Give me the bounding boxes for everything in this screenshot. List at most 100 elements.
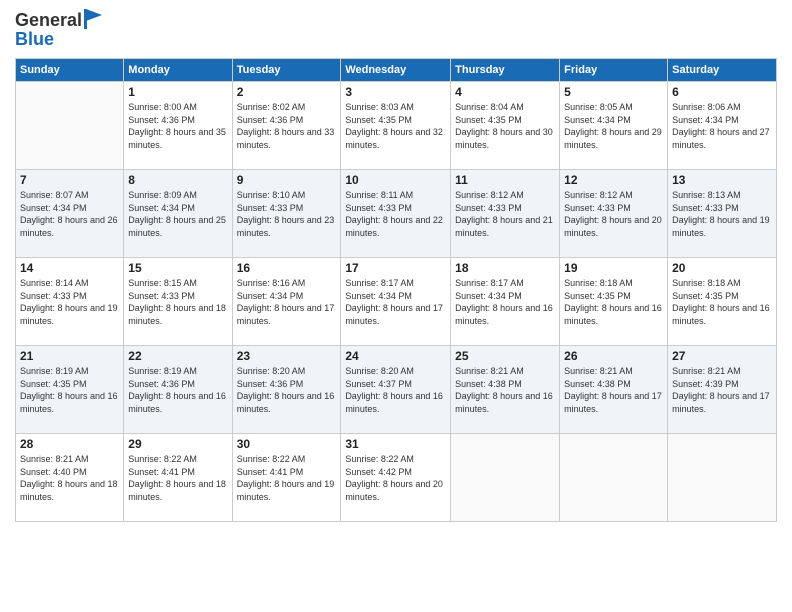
calendar-week-row: 28 Sunrise: 8:21 AMSunset: 4:40 PMDaylig… [16, 434, 777, 522]
day-number: 16 [237, 261, 337, 275]
calendar-cell: 14 Sunrise: 8:14 AMSunset: 4:33 PMDaylig… [16, 258, 124, 346]
day-number: 26 [564, 349, 663, 363]
calendar-cell: 3 Sunrise: 8:03 AMSunset: 4:35 PMDayligh… [341, 82, 451, 170]
day-info: Sunrise: 8:20 AMSunset: 4:37 PMDaylight:… [345, 365, 446, 415]
calendar-header-friday: Friday [560, 59, 668, 82]
calendar-week-row: 21 Sunrise: 8:19 AMSunset: 4:35 PMDaylig… [16, 346, 777, 434]
day-number: 5 [564, 85, 663, 99]
page: General Blue SundayMondayTuesdayWednesda… [0, 0, 792, 612]
calendar-cell: 21 Sunrise: 8:19 AMSunset: 4:35 PMDaylig… [16, 346, 124, 434]
day-info: Sunrise: 8:17 AMSunset: 4:34 PMDaylight:… [455, 277, 555, 327]
day-number: 9 [237, 173, 337, 187]
day-info: Sunrise: 8:13 AMSunset: 4:33 PMDaylight:… [672, 189, 772, 239]
day-info: Sunrise: 8:15 AMSunset: 4:33 PMDaylight:… [128, 277, 227, 327]
day-info: Sunrise: 8:05 AMSunset: 4:34 PMDaylight:… [564, 101, 663, 151]
calendar-cell: 23 Sunrise: 8:20 AMSunset: 4:36 PMDaylig… [232, 346, 341, 434]
logo-blue-text: Blue [15, 29, 102, 50]
day-number: 12 [564, 173, 663, 187]
calendar-cell: 12 Sunrise: 8:12 AMSunset: 4:33 PMDaylig… [560, 170, 668, 258]
calendar-cell: 27 Sunrise: 8:21 AMSunset: 4:39 PMDaylig… [668, 346, 777, 434]
day-number: 17 [345, 261, 446, 275]
day-number: 25 [455, 349, 555, 363]
day-number: 22 [128, 349, 227, 363]
day-number: 10 [345, 173, 446, 187]
logo-general-text: General [15, 10, 82, 31]
calendar-cell: 8 Sunrise: 8:09 AMSunset: 4:34 PMDayligh… [124, 170, 232, 258]
day-info: Sunrise: 8:19 AMSunset: 4:36 PMDaylight:… [128, 365, 227, 415]
day-number: 19 [564, 261, 663, 275]
day-number: 20 [672, 261, 772, 275]
day-info: Sunrise: 8:18 AMSunset: 4:35 PMDaylight:… [564, 277, 663, 327]
day-info: Sunrise: 8:22 AMSunset: 4:41 PMDaylight:… [237, 453, 337, 503]
calendar-cell [668, 434, 777, 522]
day-info: Sunrise: 8:09 AMSunset: 4:34 PMDaylight:… [128, 189, 227, 239]
calendar-cell: 10 Sunrise: 8:11 AMSunset: 4:33 PMDaylig… [341, 170, 451, 258]
calendar-cell: 26 Sunrise: 8:21 AMSunset: 4:38 PMDaylig… [560, 346, 668, 434]
calendar-cell: 22 Sunrise: 8:19 AMSunset: 4:36 PMDaylig… [124, 346, 232, 434]
calendar-cell: 9 Sunrise: 8:10 AMSunset: 4:33 PMDayligh… [232, 170, 341, 258]
day-info: Sunrise: 8:02 AMSunset: 4:36 PMDaylight:… [237, 101, 337, 151]
day-info: Sunrise: 8:21 AMSunset: 4:38 PMDaylight:… [455, 365, 555, 415]
day-number: 30 [237, 437, 337, 451]
calendar-header-wednesday: Wednesday [341, 59, 451, 82]
day-info: Sunrise: 8:21 AMSunset: 4:40 PMDaylight:… [20, 453, 119, 503]
day-number: 4 [455, 85, 555, 99]
calendar-cell: 31 Sunrise: 8:22 AMSunset: 4:42 PMDaylig… [341, 434, 451, 522]
calendar-cell: 13 Sunrise: 8:13 AMSunset: 4:33 PMDaylig… [668, 170, 777, 258]
calendar-cell: 5 Sunrise: 8:05 AMSunset: 4:34 PMDayligh… [560, 82, 668, 170]
day-info: Sunrise: 8:21 AMSunset: 4:39 PMDaylight:… [672, 365, 772, 415]
day-info: Sunrise: 8:11 AMSunset: 4:33 PMDaylight:… [345, 189, 446, 239]
calendar-week-row: 14 Sunrise: 8:14 AMSunset: 4:33 PMDaylig… [16, 258, 777, 346]
day-info: Sunrise: 8:14 AMSunset: 4:33 PMDaylight:… [20, 277, 119, 327]
calendar-cell: 24 Sunrise: 8:20 AMSunset: 4:37 PMDaylig… [341, 346, 451, 434]
day-info: Sunrise: 8:20 AMSunset: 4:36 PMDaylight:… [237, 365, 337, 415]
calendar-header-sunday: Sunday [16, 59, 124, 82]
calendar-header-monday: Monday [124, 59, 232, 82]
logo-flag-icon [84, 9, 102, 29]
day-info: Sunrise: 8:07 AMSunset: 4:34 PMDaylight:… [20, 189, 119, 239]
calendar-header-thursday: Thursday [451, 59, 560, 82]
day-info: Sunrise: 8:18 AMSunset: 4:35 PMDaylight:… [672, 277, 772, 327]
calendar-cell [451, 434, 560, 522]
calendar-header-tuesday: Tuesday [232, 59, 341, 82]
calendar-cell: 25 Sunrise: 8:21 AMSunset: 4:38 PMDaylig… [451, 346, 560, 434]
calendar-header-row: SundayMondayTuesdayWednesdayThursdayFrid… [16, 59, 777, 82]
day-number: 7 [20, 173, 119, 187]
day-info: Sunrise: 8:19 AMSunset: 4:35 PMDaylight:… [20, 365, 119, 415]
calendar-cell: 16 Sunrise: 8:16 AMSunset: 4:34 PMDaylig… [232, 258, 341, 346]
day-info: Sunrise: 8:12 AMSunset: 4:33 PMDaylight:… [455, 189, 555, 239]
calendar-cell: 2 Sunrise: 8:02 AMSunset: 4:36 PMDayligh… [232, 82, 341, 170]
day-number: 11 [455, 173, 555, 187]
day-number: 28 [20, 437, 119, 451]
calendar-cell: 6 Sunrise: 8:06 AMSunset: 4:34 PMDayligh… [668, 82, 777, 170]
day-number: 14 [20, 261, 119, 275]
day-info: Sunrise: 8:22 AMSunset: 4:42 PMDaylight:… [345, 453, 446, 503]
day-info: Sunrise: 8:17 AMSunset: 4:34 PMDaylight:… [345, 277, 446, 327]
day-info: Sunrise: 8:06 AMSunset: 4:34 PMDaylight:… [672, 101, 772, 151]
day-number: 24 [345, 349, 446, 363]
day-info: Sunrise: 8:21 AMSunset: 4:38 PMDaylight:… [564, 365, 663, 415]
calendar-cell: 18 Sunrise: 8:17 AMSunset: 4:34 PMDaylig… [451, 258, 560, 346]
calendar-cell: 7 Sunrise: 8:07 AMSunset: 4:34 PMDayligh… [16, 170, 124, 258]
calendar-cell: 1 Sunrise: 8:00 AMSunset: 4:36 PMDayligh… [124, 82, 232, 170]
calendar-cell: 4 Sunrise: 8:04 AMSunset: 4:35 PMDayligh… [451, 82, 560, 170]
day-info: Sunrise: 8:00 AMSunset: 4:36 PMDaylight:… [128, 101, 227, 151]
day-number: 29 [128, 437, 227, 451]
calendar-cell: 29 Sunrise: 8:22 AMSunset: 4:41 PMDaylig… [124, 434, 232, 522]
day-number: 3 [345, 85, 446, 99]
calendar-cell: 17 Sunrise: 8:17 AMSunset: 4:34 PMDaylig… [341, 258, 451, 346]
day-info: Sunrise: 8:10 AMSunset: 4:33 PMDaylight:… [237, 189, 337, 239]
calendar-table: SundayMondayTuesdayWednesdayThursdayFrid… [15, 58, 777, 522]
logo: General Blue [15, 10, 102, 50]
day-number: 18 [455, 261, 555, 275]
calendar-cell [560, 434, 668, 522]
day-number: 1 [128, 85, 227, 99]
calendar-week-row: 1 Sunrise: 8:00 AMSunset: 4:36 PMDayligh… [16, 82, 777, 170]
calendar-header-saturday: Saturday [668, 59, 777, 82]
calendar-cell [16, 82, 124, 170]
day-number: 8 [128, 173, 227, 187]
day-info: Sunrise: 8:12 AMSunset: 4:33 PMDaylight:… [564, 189, 663, 239]
day-number: 31 [345, 437, 446, 451]
calendar-cell: 11 Sunrise: 8:12 AMSunset: 4:33 PMDaylig… [451, 170, 560, 258]
calendar-week-row: 7 Sunrise: 8:07 AMSunset: 4:34 PMDayligh… [16, 170, 777, 258]
